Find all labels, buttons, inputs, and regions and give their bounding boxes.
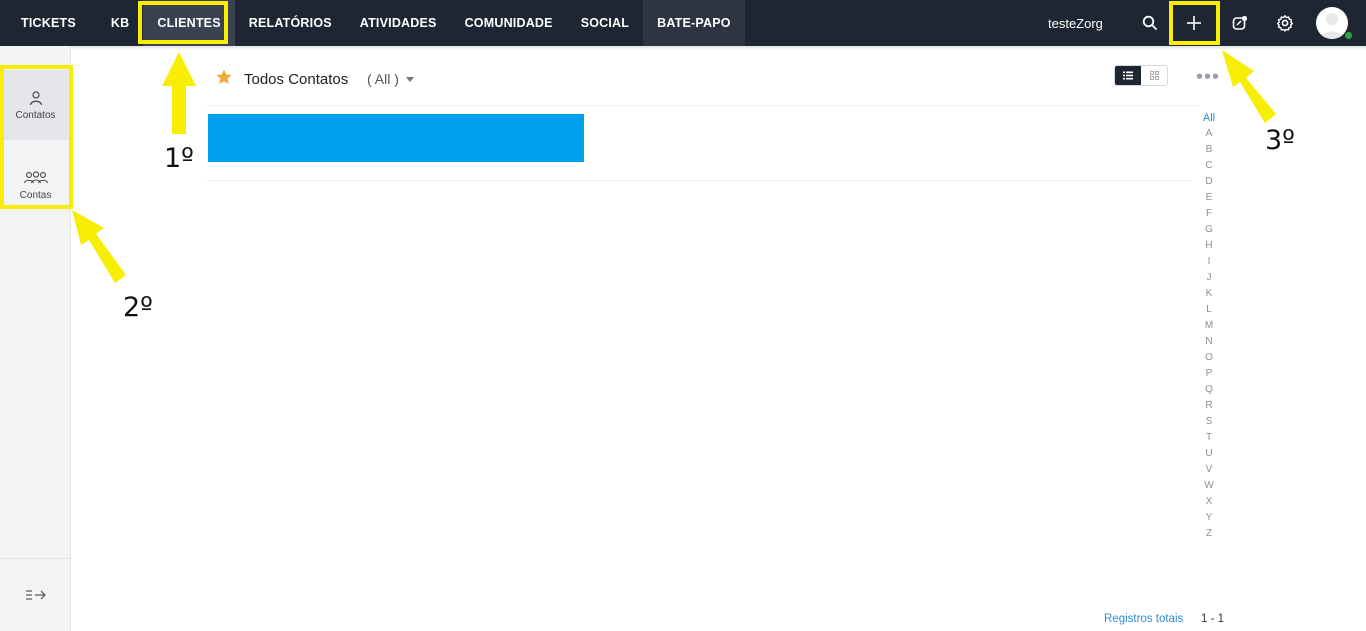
expand-sidebar-icon [25,590,46,600]
alphabet-filter-letter[interactable]: Y [1198,510,1220,526]
more-options-icon[interactable]: ••• [1196,67,1220,87]
alphabet-filter-letter[interactable]: Q [1198,382,1220,398]
alphabet-filter-letter[interactable]: F [1198,206,1220,222]
view-title[interactable]: Todos Contatos [244,71,348,88]
alphabet-filter-letter[interactable]: O [1198,350,1220,366]
alphabet-filter-letter[interactable]: V [1198,462,1220,478]
expand-sidebar-button[interactable] [0,558,71,631]
online-status-dot [1344,31,1353,40]
grid-view-button[interactable] [1141,66,1167,85]
alphabet-filter-letter[interactable]: W [1198,478,1220,494]
alphabet-filter-letter[interactable]: N [1198,334,1220,350]
highlight-box-clientes [138,1,228,44]
view-header: Todos Contatos ( All ) [206,60,1200,106]
nav-kb[interactable]: KB [97,0,143,46]
alphabet-filter-letter[interactable]: C [1198,158,1220,174]
arrow-3 [1222,50,1276,123]
chevron-down-icon[interactable] [406,77,414,82]
main-nav: TICKETS KB CLIENTES RELATÓRIOS ATIVIDADE… [0,0,745,46]
setup-app-icon[interactable] [1228,11,1252,35]
annotation-step-1: 1º [164,143,194,174]
alphabet-filter-letter[interactable]: P [1198,366,1220,382]
alphabet-filter-letter[interactable]: I [1198,254,1220,270]
highlight-box-add [1169,1,1220,45]
alphabet-filter-letter[interactable]: L [1198,302,1220,318]
alphabet-filter-letter[interactable]: S [1198,414,1220,430]
grid-view-icon [1149,71,1159,80]
nav-atividades[interactable]: ATIVIDADES [346,0,451,46]
search-icon[interactable] [1138,11,1162,35]
nav-relatorios[interactable]: RELATÓRIOS [235,0,346,46]
nav-comunidade[interactable]: COMUNIDADE [451,0,567,46]
nav-social[interactable]: SOCIAL [567,0,643,46]
alphabet-filter-letter[interactable]: X [1198,494,1220,510]
view-mode-toggle [1114,65,1168,86]
list-view-icon [1123,71,1133,80]
favorite-star-icon[interactable] [215,68,233,86]
alphabet-filter-letter[interactable]: J [1198,270,1220,286]
total-records-link[interactable]: Registros totais [1104,613,1183,625]
org-name[interactable]: testeZorg [1048,16,1103,31]
alphabet-filter: All A B C D E F G H I J K L M N O P Q R S T U V W X Y Z [1198,110,1220,542]
alphabet-filter-letter[interactable]: A [1198,126,1220,142]
alphabet-filter-letter[interactable]: D [1198,174,1220,190]
topbar-shadow [0,46,1366,50]
alphabet-filter-letter[interactable]: T [1198,430,1220,446]
nav-bate-papo[interactable]: BATE-PAPO [643,0,745,46]
arrow-2 [72,210,126,283]
redacted-block [208,114,584,162]
alphabet-filter-letter[interactable]: R [1198,398,1220,414]
alphabet-filter-letter[interactable]: G [1198,222,1220,238]
alphabet-filter-letter[interactable]: E [1198,190,1220,206]
annotation-step-2: 2º [123,292,153,323]
total-records-count: 1 - 1 [1201,613,1225,625]
alphabet-filter-all[interactable]: All [1198,110,1220,126]
arrow-up-1 [162,52,196,134]
alphabet-filter-letter[interactable]: Z [1198,526,1220,542]
alphabet-filter-letter[interactable]: B [1198,142,1220,158]
alphabet-filter-letter[interactable]: M [1198,318,1220,334]
highlight-box-sidebar [0,65,73,209]
annotation-step-3: 3º [1265,125,1295,156]
view-filter[interactable]: ( All ) [367,71,399,87]
nav-tickets[interactable]: TICKETS [0,0,97,46]
list-view-button[interactable] [1115,66,1141,85]
gear-icon[interactable] [1273,11,1297,35]
alphabet-filter-letter[interactable]: H [1198,238,1220,254]
alphabet-filter-letter[interactable]: U [1198,446,1220,462]
alphabet-filter-letter[interactable]: K [1198,286,1220,302]
